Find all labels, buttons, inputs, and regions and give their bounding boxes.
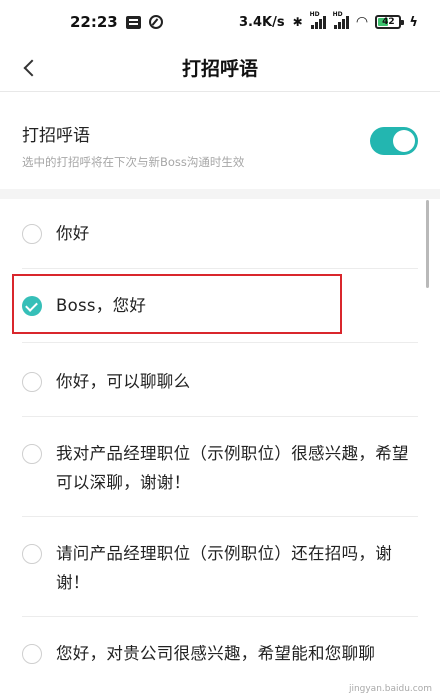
- greeting-item[interactable]: 我对产品经理职位（示例职位）很感兴趣，希望可以深聊，谢谢！: [0, 417, 440, 517]
- greeting-text: 你好，可以聊聊么: [56, 372, 191, 391]
- greeting-item[interactable]: 你好: [0, 199, 440, 269]
- greeting-item[interactable]: 您好，对贵公司很感兴趣，希望能和您聊聊: [0, 617, 440, 677]
- section-gap: [0, 189, 440, 199]
- radio-button[interactable]: [22, 372, 42, 392]
- greeting-text: Boss，您好: [56, 296, 147, 315]
- radio-button[interactable]: [22, 544, 42, 564]
- signal-icon: HD: [310, 11, 326, 29]
- scrollbar[interactable]: [426, 200, 429, 288]
- battery-level: 42: [382, 17, 395, 27]
- radio-button[interactable]: [22, 644, 42, 664]
- screen: 22:23 3.4K/s ✱ HD HD ◠ 42 ϟ 打招呼语 打招呼语 选中…: [0, 0, 440, 696]
- radio-button[interactable]: [22, 444, 42, 464]
- greeting-list: 你好 Boss，您好 你好，可以聊聊么 我对产品经理职位（示例职位）很感兴趣，希…: [0, 199, 440, 677]
- greeting-text: 您好，对贵公司很感兴趣，希望能和您聊聊: [56, 644, 376, 663]
- status-right: 3.4K/s ✱ HD HD ◠ 42 ϟ: [238, 11, 418, 31]
- greeting-setting-title: 打招呼语: [22, 126, 90, 146]
- watermark: jingyan.baidu.com: [348, 684, 432, 694]
- status-time: 22:23: [70, 13, 118, 31]
- greeting-text: 请问产品经理职位（示例职位）还在招吗，谢谢！: [56, 544, 392, 592]
- greeting-text: 我对产品经理职位（示例职位）很感兴趣，希望可以深聊，谢谢！: [56, 444, 409, 492]
- bluetooth-icon: ✱: [292, 15, 303, 29]
- greeting-text: 你好: [56, 224, 90, 243]
- status-left: 22:23: [70, 13, 163, 31]
- battery-icon: 42: [375, 15, 405, 29]
- status-bar: 22:23 3.4K/s ✱ HD HD ◠ 42 ϟ: [0, 0, 440, 44]
- greeting-setting-description: 选中的打招呼将在下次与新Boss沟通时生效: [22, 155, 245, 169]
- greeting-item[interactable]: 请问产品经理职位（示例职位）还在招吗，谢谢！: [0, 517, 440, 617]
- nav-bar: 打招呼语: [0, 44, 440, 92]
- network-speed: 3.4K/s: [238, 14, 285, 30]
- signal-icon-2: HD: [333, 11, 349, 29]
- toggle-knob: [393, 130, 415, 152]
- radio-button[interactable]: [22, 296, 42, 316]
- charging-icon: ϟ: [409, 14, 418, 30]
- wifi-icon: ◠: [356, 14, 368, 30]
- greeting-toggle[interactable]: [370, 127, 418, 155]
- signal-hd-label-2: HD: [332, 10, 343, 18]
- greeting-setting: 打招呼语 选中的打招呼将在下次与新Boss沟通时生效: [0, 93, 440, 189]
- greeting-item[interactable]: 你好，可以聊聊么: [0, 343, 440, 417]
- vpn-icon: [148, 15, 163, 29]
- page-title: 打招呼语: [181, 58, 258, 80]
- radio-button[interactable]: [22, 224, 42, 244]
- signal-hd-label: HD: [309, 10, 320, 18]
- greeting-item[interactable]: Boss，您好: [0, 269, 440, 343]
- message-icon: [125, 15, 141, 29]
